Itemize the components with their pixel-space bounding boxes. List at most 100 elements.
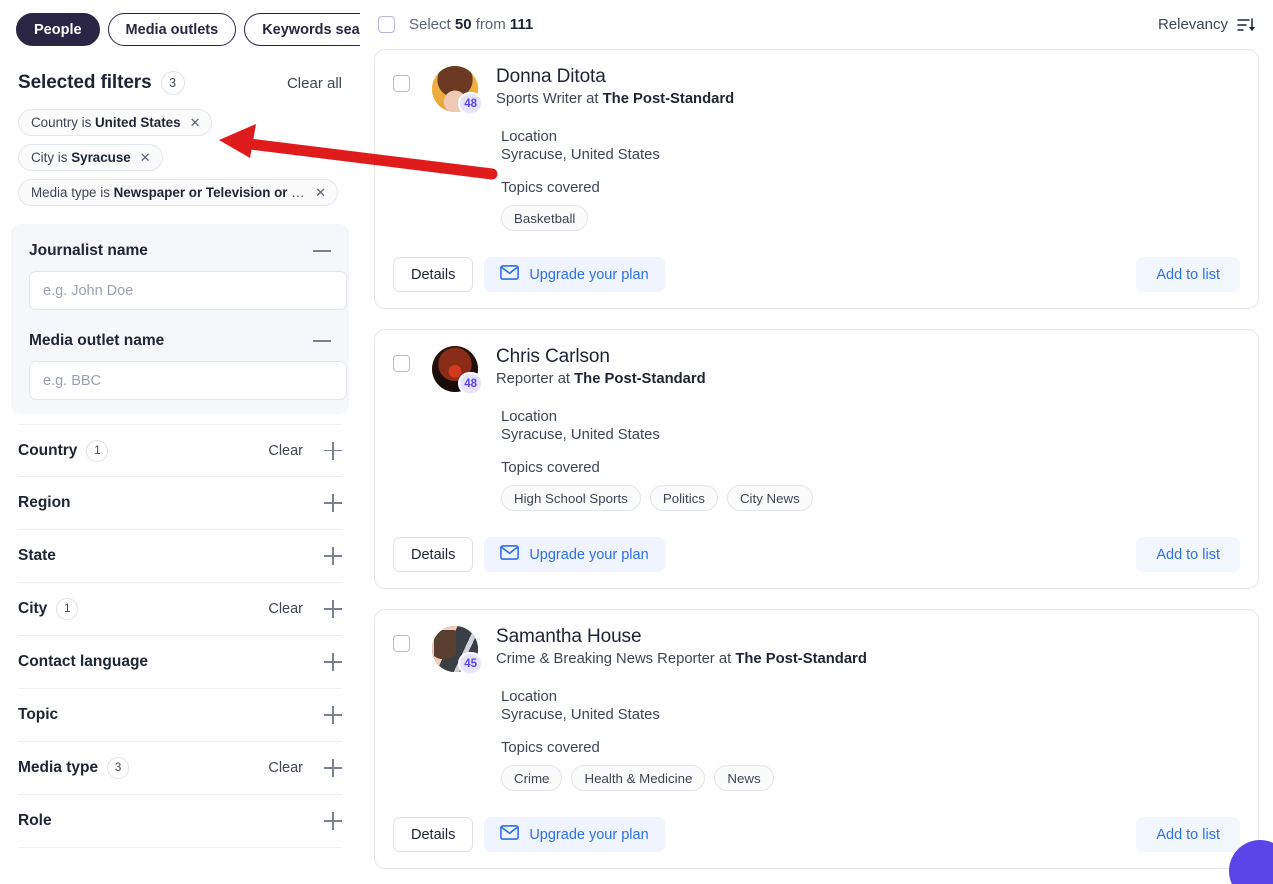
person-info: Chris Carlson Reporter at The Post-Stand… xyxy=(496,346,706,387)
outlet-name: The Post-Standard xyxy=(574,371,706,387)
card-select-checkbox[interactable] xyxy=(393,635,410,652)
details-button[interactable]: Details xyxy=(393,817,474,852)
filter-row-badge: 3 xyxy=(107,757,130,779)
expand-plus-icon[interactable] xyxy=(324,812,342,830)
topic-chip: High School Sports xyxy=(501,485,641,511)
tab-media-outlets[interactable]: Media outlets xyxy=(107,13,237,46)
filter-chip-media-type: Media type is Newspaper or Television or… xyxy=(18,179,338,206)
upgrade-plan-label: Upgrade your plan xyxy=(529,266,649,283)
collapse-minus-icon[interactable] xyxy=(313,332,331,350)
chip-value: Newspaper or Television or Ra... xyxy=(113,185,307,200)
filter-row-label: Region xyxy=(18,494,71,511)
expand-plus-icon[interactable] xyxy=(324,494,342,512)
age-badge: 48 xyxy=(458,92,483,115)
journalist-name-section: Journalist name xyxy=(11,230,349,314)
filter-row-state[interactable]: State xyxy=(18,530,342,583)
collapse-minus-icon[interactable] xyxy=(313,242,331,260)
add-to-list-button[interactable]: Add to list xyxy=(1136,817,1240,852)
person-name[interactable]: Chris Carlson xyxy=(496,346,706,368)
filter-row-role[interactable]: Role xyxy=(18,795,342,848)
filter-row-clear[interactable]: Clear xyxy=(268,601,303,617)
chip-value: United States xyxy=(95,115,181,130)
expand-plus-icon[interactable] xyxy=(324,653,342,671)
sort-control[interactable]: Relevancy xyxy=(1158,16,1255,33)
upgrade-plan-button[interactable]: Upgrade your plan xyxy=(484,817,665,852)
filter-row-media-type[interactable]: Media type 3 Clear xyxy=(18,742,342,795)
card-actions: Details Upgrade your plan Add to list xyxy=(393,817,1240,852)
card-select-checkbox[interactable] xyxy=(393,355,410,372)
filter-row-contact-language[interactable]: Contact language xyxy=(18,636,342,689)
close-icon[interactable]: ✕ xyxy=(190,116,201,129)
filter-row-label: Topic xyxy=(18,706,59,723)
tab-people-label: People xyxy=(34,21,82,38)
chip-prefix: City is xyxy=(31,150,72,165)
filter-row-badge: 1 xyxy=(86,439,109,462)
add-to-list-button[interactable]: Add to list xyxy=(1136,257,1240,292)
expand-plus-icon[interactable] xyxy=(324,547,342,565)
avatar: 48 xyxy=(432,346,483,395)
person-role: Reporter at The Post-Standard xyxy=(496,371,706,387)
topic-chip: City News xyxy=(726,485,813,511)
topics-block: Topics covered Basketball xyxy=(501,180,1240,231)
location-label: Location xyxy=(501,689,557,705)
close-icon[interactable]: ✕ xyxy=(315,186,326,199)
text-filters-panel: Journalist name Media outlet name xyxy=(11,224,349,414)
topic-chip: Basketball xyxy=(501,205,589,231)
person-role: Crime & Breaking News Reporter at The Po… xyxy=(496,651,867,667)
person-name[interactable]: Donna Ditota xyxy=(496,66,734,88)
add-to-list-button[interactable]: Add to list xyxy=(1136,537,1240,572)
filter-row-country[interactable]: Country 1 Clear xyxy=(18,424,342,477)
media-outlet-name-section: Media outlet name xyxy=(11,314,349,404)
sort-descending-icon xyxy=(1237,17,1255,33)
location-value: Syracuse, United States xyxy=(501,427,660,443)
selected-filters-title: Selected filters xyxy=(18,72,152,93)
upgrade-plan-label: Upgrade your plan xyxy=(529,826,649,843)
person-name[interactable]: Samantha House xyxy=(496,626,867,648)
media-outlet-name-input[interactable] xyxy=(29,361,347,400)
selected-filters-count-badge: 3 xyxy=(160,71,185,95)
upgrade-plan-button[interactable]: Upgrade your plan xyxy=(484,537,665,572)
upgrade-plan-button[interactable]: Upgrade your plan xyxy=(484,257,665,292)
filter-row-region[interactable]: Region xyxy=(18,477,342,530)
at-text: at xyxy=(582,91,603,107)
expand-plus-icon[interactable] xyxy=(324,600,342,618)
topics-block: Topics covered High School Sports Politi… xyxy=(501,460,1240,511)
filter-row-label: Contact language xyxy=(18,653,149,670)
filter-row-clear[interactable]: Clear xyxy=(268,760,303,776)
expand-plus-icon[interactable] xyxy=(324,759,342,777)
details-button[interactable]: Details xyxy=(393,537,474,572)
expand-plus-icon[interactable] xyxy=(324,706,342,724)
role-title: Reporter xyxy=(496,371,554,387)
journalist-name-input[interactable] xyxy=(29,271,347,310)
app-root: People Media outlets Keywords search Sel… xyxy=(0,0,1273,884)
role-title: Sports Writer xyxy=(496,91,583,107)
filters-sidebar: People Media outlets Keywords search Sel… xyxy=(0,0,360,884)
select-total: 111 xyxy=(509,16,534,33)
card-header: 48 Donna Ditota Sports Writer at The Pos… xyxy=(393,66,1240,115)
journalist-name-header: Journalist name xyxy=(29,242,331,260)
topics-label: Topics covered xyxy=(501,460,600,476)
filter-row-label: Role xyxy=(18,812,52,829)
filter-row-label: Media type xyxy=(18,759,99,776)
card-header: 48 Chris Carlson Reporter at The Post-St… xyxy=(393,346,1240,395)
filter-chip-city: City is Syracuse ✕ xyxy=(18,144,163,171)
tab-people[interactable]: People xyxy=(16,13,100,46)
media-outlet-name-label: Media outlet name xyxy=(29,332,165,349)
outlet-name: The Post-Standard xyxy=(735,651,867,667)
close-icon[interactable]: ✕ xyxy=(140,151,151,164)
filter-row-city[interactable]: City 1 Clear xyxy=(18,583,342,636)
filter-row-clear[interactable]: Clear xyxy=(268,443,303,459)
media-outlet-name-header: Media outlet name xyxy=(29,332,331,350)
details-button[interactable]: Details xyxy=(393,257,474,292)
topic-chip: Crime xyxy=(501,765,563,791)
expand-plus-icon[interactable] xyxy=(324,441,342,460)
topics-label: Topics covered xyxy=(501,740,600,756)
select-all-checkbox[interactable] xyxy=(378,16,395,33)
at-text: at xyxy=(553,371,575,387)
tab-keywords-search-label: Keywords search xyxy=(262,21,360,38)
tab-keywords-search[interactable]: Keywords search xyxy=(244,13,360,46)
chip-value: Syracuse xyxy=(71,150,131,165)
filter-row-topic[interactable]: Topic xyxy=(18,689,342,742)
card-select-checkbox[interactable] xyxy=(393,75,410,92)
clear-all-button[interactable]: Clear all xyxy=(287,75,342,92)
